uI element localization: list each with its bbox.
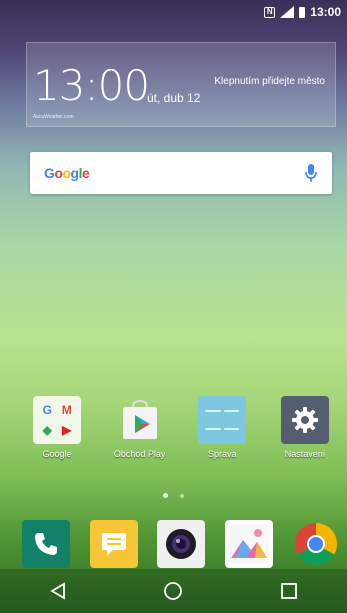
page-dot-active [163, 493, 168, 498]
widget-date: út, dub 12 [147, 91, 201, 105]
mic-icon[interactable] [304, 163, 318, 183]
google-folder-icon: GM ◆ ▶ [33, 396, 81, 444]
app-label: Google [42, 449, 72, 459]
camera-icon[interactable] [157, 520, 205, 568]
phone-icon[interactable] [22, 520, 70, 568]
nfc-icon: N [264, 6, 276, 18]
add-city-prompt[interactable]: Klepnutím přidejte město [205, 75, 325, 88]
management-folder-icon [198, 396, 247, 444]
widget-clock: 13:00 [33, 61, 150, 110]
app-sprava[interactable]: Správa [191, 396, 253, 459]
recents-icon[interactable] [277, 579, 301, 603]
app-label: Nastavení [284, 449, 326, 459]
weather-provider: AccuWeather.com [33, 114, 74, 120]
gear-icon [280, 396, 329, 444]
app-label: Správa [208, 449, 237, 459]
weather-widget[interactable]: 13:00 út, dub 12 Klepnutím přidejte měst… [26, 42, 336, 127]
app-grid: GM ◆ ▶ Google Obchod Play Správa Nastave… [26, 396, 336, 459]
navigation-bar [0, 569, 347, 613]
back-icon[interactable] [46, 579, 70, 603]
gallery-icon[interactable] [224, 520, 273, 568]
data-signal-icon [280, 6, 295, 18]
status-bar: N 13:00 [0, 0, 347, 24]
dock [22, 520, 340, 568]
battery-icon [299, 6, 306, 18]
messages-icon[interactable] [89, 520, 138, 568]
app-play-store[interactable]: Obchod Play [109, 396, 171, 459]
page-indicator [0, 493, 347, 498]
google-search-bar[interactable]: Google [30, 152, 332, 194]
app-settings[interactable]: Nastavení [274, 396, 336, 459]
google-logo: Google [44, 165, 90, 181]
status-time: 13:00 [310, 5, 341, 19]
app-google[interactable]: GM ◆ ▶ Google [26, 396, 88, 459]
page-dot [180, 494, 184, 498]
home-icon[interactable] [161, 579, 185, 603]
play-store-icon [116, 396, 164, 444]
app-label: Obchod Play [113, 449, 166, 459]
chrome-icon[interactable] [292, 520, 340, 568]
